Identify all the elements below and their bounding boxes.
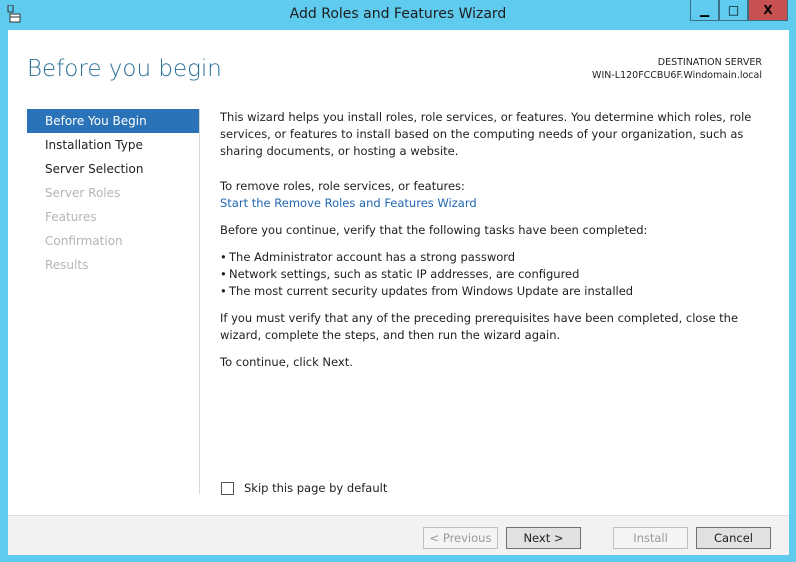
step-features: Features xyxy=(45,210,97,224)
content-pane: This wizard helps you install roles, rol… xyxy=(220,109,772,381)
step-results: Results xyxy=(45,258,89,272)
close-icon: X xyxy=(763,3,773,17)
previous-button: < Previous xyxy=(423,527,498,549)
destination-server-name: WIN-L120FCCBU6F.Windomain.local xyxy=(592,70,762,81)
remove-text: To remove roles, role services, or featu… xyxy=(220,179,465,193)
cancel-button[interactable]: Cancel xyxy=(696,527,771,549)
minimize-icon: ▁ xyxy=(699,3,710,17)
window-title: Add Roles and Features Wizard xyxy=(289,6,507,22)
list-item: Network settings, such as static IP addr… xyxy=(220,266,772,283)
title-bar: Add Roles and Features Wizard ▁ □ X xyxy=(0,0,796,30)
wizard-body: Before you begin DESTINATION SERVER WIN-… xyxy=(8,30,789,555)
continue-text: To continue, click Next. xyxy=(220,355,353,369)
prereq-text: If you must verify that any of the prece… xyxy=(220,311,739,342)
wizard-steps: Before You Begin Installation Type Serve… xyxy=(27,109,199,277)
maximize-button[interactable]: □ xyxy=(719,0,748,21)
page-title: Before you begin xyxy=(27,56,222,82)
remove-wizard-link[interactable]: Start the Remove Roles and Features Wiza… xyxy=(220,196,477,210)
prerequisite-list: The Administrator account has a strong p… xyxy=(220,249,772,300)
step-before-you-begin[interactable]: Before You Begin xyxy=(27,109,199,133)
skip-checkbox[interactable] xyxy=(221,481,234,495)
next-button[interactable]: Next > xyxy=(506,527,581,549)
install-button: Install xyxy=(613,527,688,549)
skip-page-option[interactable]: Skip this page by default xyxy=(221,481,387,495)
minimize-button[interactable]: ▁ xyxy=(690,0,719,21)
close-button[interactable]: X xyxy=(748,0,788,21)
verify-text: Before you continue, verify that the fol… xyxy=(220,223,648,237)
divider xyxy=(199,109,200,494)
footer: < Previous Next > Install Cancel xyxy=(8,515,789,555)
skip-label: Skip this page by default xyxy=(244,481,388,495)
destination-server: DESTINATION SERVER WIN-L120FCCBU6F.Windo… xyxy=(592,56,762,82)
step-server-roles: Server Roles xyxy=(45,186,121,200)
intro-text: This wizard helps you install roles, rol… xyxy=(220,110,752,158)
maximize-icon: □ xyxy=(727,3,740,17)
step-installation-type[interactable]: Installation Type xyxy=(27,133,199,157)
step-server-selection[interactable]: Server Selection xyxy=(27,157,199,181)
list-item: The Administrator account has a strong p… xyxy=(220,249,772,266)
destination-label: DESTINATION SERVER xyxy=(657,57,762,68)
list-item: The most current security updates from W… xyxy=(220,283,772,300)
step-confirmation: Confirmation xyxy=(45,234,123,248)
